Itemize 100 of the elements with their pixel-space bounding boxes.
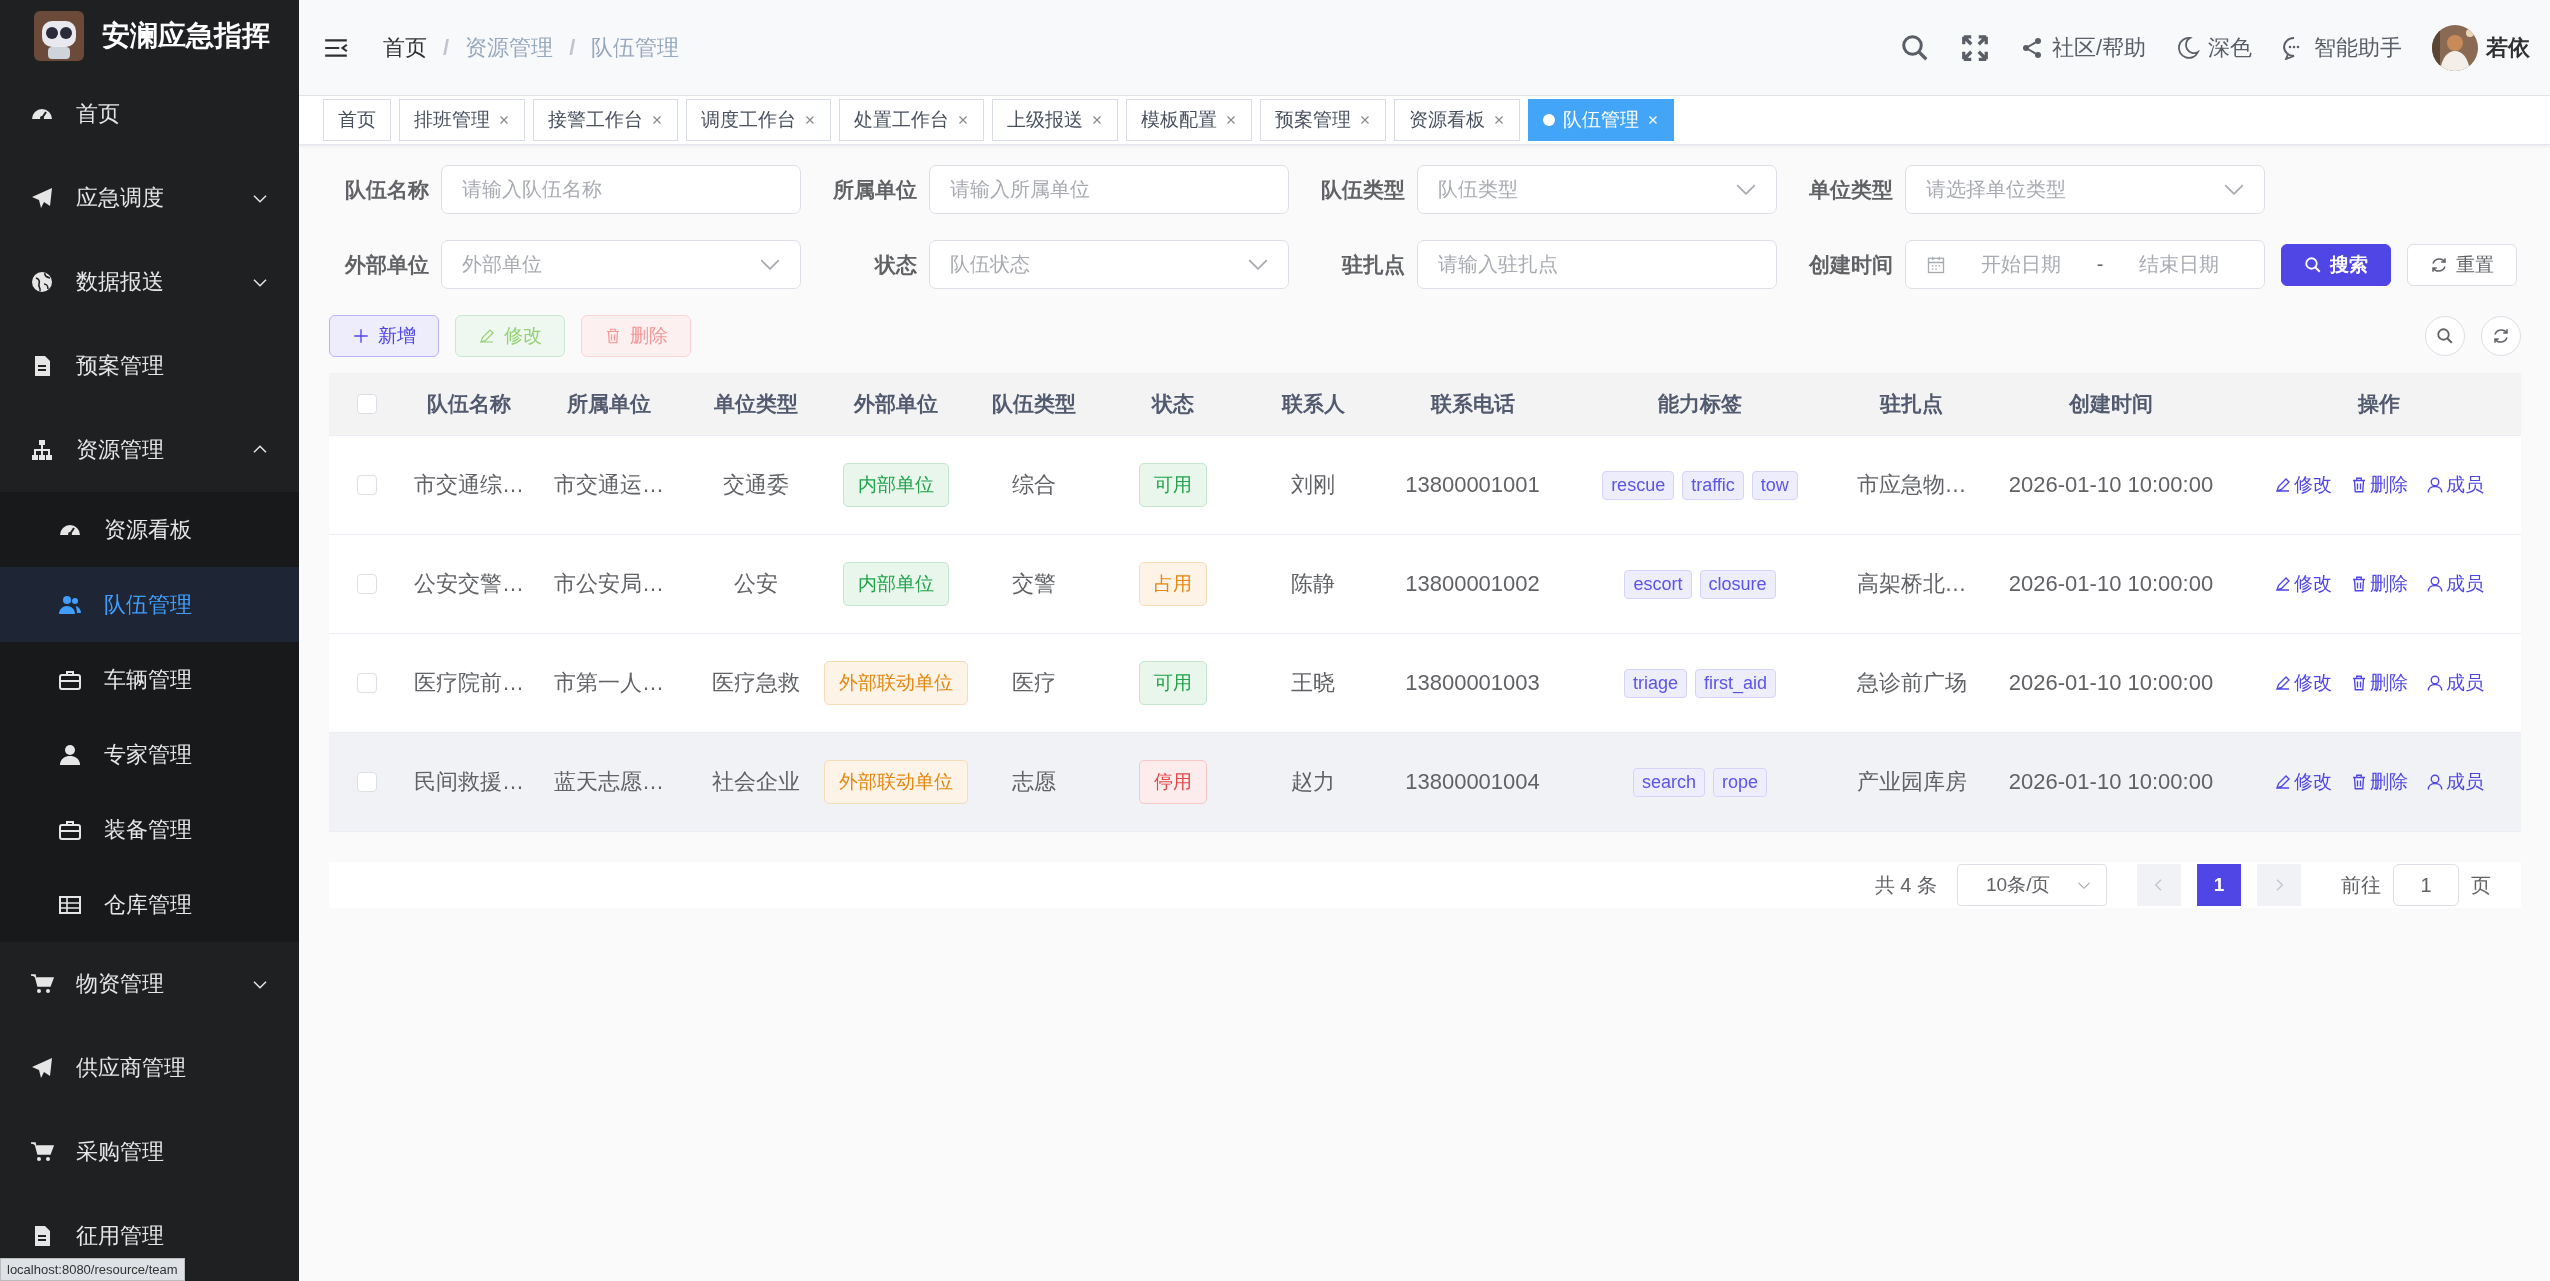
status-tag: 可用 <box>1139 661 1207 705</box>
table-cell: 13800001003 <box>1405 670 1540 696</box>
search-button[interactable]: 搜索 <box>2281 243 2391 286</box>
text-field[interactable]: 请输入驻扎点 <box>1417 240 1777 289</box>
status-tag: 占用 <box>1139 562 1207 606</box>
row-action-link[interactable]: 删除 <box>2350 571 2408 597</box>
header-link[interactable]: 深色 <box>2208 32 2252 63</box>
date-range-field[interactable]: 开始日期 - 结束日期 <box>1905 240 2265 289</box>
sidebar-item[interactable]: 资源看板 <box>0 492 299 567</box>
next-page-button[interactable] <box>2257 864 2301 906</box>
page-tab[interactable]: 调度工作台 <box>686 99 831 141</box>
sidebar-item[interactable]: 专家管理 <box>0 717 299 792</box>
page-size-select[interactable]: 10条/页 <box>1957 864 2107 906</box>
row-action-link[interactable]: 成员 <box>2426 472 2484 498</box>
column-header: 所属单位 <box>567 391 651 417</box>
page-tab[interactable]: 处置工作台 <box>839 99 984 141</box>
row-action-link[interactable]: 成员 <box>2426 571 2484 597</box>
page-tab[interactable]: 首页 <box>323 99 391 141</box>
table-cell-text: 2026-01-10 10:00:00 <box>2007 768 2215 796</box>
sidebar-item[interactable]: 资源管理 <box>0 408 299 492</box>
page-number[interactable]: 1 <box>2197 864 2241 906</box>
checkbox[interactable] <box>356 673 377 693</box>
status-tag: 停用 <box>1139 760 1207 804</box>
user-name[interactable]: 若依 <box>2486 32 2530 63</box>
skill-tag: first_aid <box>1695 668 1777 698</box>
page-tab[interactable]: 排班管理 <box>399 99 525 141</box>
row-action-link[interactable]: 修改 <box>2274 571 2332 597</box>
row-action-link[interactable]: 删除 <box>2350 472 2408 498</box>
row-action-link[interactable]: 修改 <box>2274 472 2332 498</box>
table-cell-text: 赵力 <box>1291 768 1335 796</box>
skill-tag: rescue <box>1602 470 1675 500</box>
search-toggle-button[interactable] <box>2425 316 2465 356</box>
skill-tag: traffic <box>1682 470 1744 500</box>
unit-tag: 内部单位 <box>842 463 949 507</box>
table-cell-text: 刘刚 <box>1291 471 1335 499</box>
page-tab[interactable]: 接警工作台 <box>533 99 678 141</box>
sidebar-item[interactable]: 预案管理 <box>0 324 299 408</box>
table-cell-text: 医疗 <box>1011 669 1056 697</box>
trash-icon <box>2350 773 2368 791</box>
text-field[interactable]: 请输入所属单位 <box>929 165 1289 214</box>
sidebar-item[interactable]: 首页 <box>0 72 299 156</box>
sidebar-item[interactable]: 应急调度 <box>0 156 299 240</box>
paper-plane-icon <box>30 186 54 210</box>
row-action-link[interactable]: 修改 <box>2274 670 2332 696</box>
table-cell-text: 2026-01-10 10:00:00 <box>2007 570 2215 598</box>
sidebar-item[interactable]: 采购管理 <box>0 1110 299 1194</box>
refresh-button[interactable] <box>2481 316 2521 356</box>
sidebar-item[interactable]: 仓库管理 <box>0 867 299 942</box>
column-header: 操作 <box>2358 391 2400 417</box>
unit-tag: 外部联动单位 <box>823 760 968 804</box>
sidebar-item[interactable]: 供应商管理 <box>0 1026 299 1110</box>
sidebar-item[interactable]: 车辆管理 <box>0 642 299 717</box>
user-icon <box>58 742 82 767</box>
plus-icon <box>352 327 370 345</box>
reset-button[interactable]: 重置 <box>2407 243 2517 286</box>
filter-label: 驻扎点 <box>1340 251 1405 278</box>
add-button[interactable]: 新增 <box>329 315 439 357</box>
table-cell-text: 社会企业 <box>711 768 800 796</box>
table-cell-text: 公安 <box>733 570 778 598</box>
checkbox[interactable] <box>356 394 377 414</box>
column-header: 创建时间 <box>2069 391 2153 417</box>
row-action-link[interactable]: 成员 <box>2426 670 2484 696</box>
cart-icon <box>30 1140 54 1164</box>
row-action-link[interactable]: 删除 <box>2350 670 2408 696</box>
page-tab[interactable]: 资源看板 <box>1394 99 1520 141</box>
close-icon <box>498 114 510 126</box>
skill-tag: tow <box>1751 470 1798 500</box>
row-action-link[interactable]: 删除 <box>2350 769 2408 795</box>
sidebar-item[interactable]: 物资管理 <box>0 942 299 1026</box>
skill-tag: triage <box>1623 668 1687 698</box>
header-link[interactable]: 智能助手 <box>2314 32 2402 63</box>
breadcrumb-item[interactable]: 首页 <box>383 32 427 63</box>
table-cell-text: 高架桥北… <box>1856 570 1967 598</box>
refresh-icon <box>2430 255 2448 274</box>
table-cell: 13800001001 <box>1405 472 1540 498</box>
filter-label: 队伍名称 <box>344 176 429 203</box>
table-cell-text: 综合 <box>1011 471 1056 499</box>
text-field[interactable]: 请输入队伍名称 <box>441 165 801 214</box>
page-tab[interactable]: 预案管理 <box>1260 99 1386 141</box>
page-tab[interactable]: 上级报送 <box>992 99 1118 141</box>
page-input[interactable]: 1 <box>2393 864 2459 906</box>
table-cell-text: 交警 <box>1011 570 1056 598</box>
page-tab[interactable]: 模板配置 <box>1126 99 1252 141</box>
prev-page-button[interactable] <box>2137 864 2181 906</box>
table-cell-text: 蓝天志愿… <box>554 768 664 796</box>
refresh-icon <box>2492 327 2510 345</box>
checkbox[interactable] <box>356 475 377 495</box>
checkbox[interactable] <box>356 574 377 594</box>
chevron-down-icon <box>760 259 780 270</box>
checkbox[interactable] <box>356 772 377 792</box>
row-action-link[interactable]: 成员 <box>2426 769 2484 795</box>
filter-label: 创建时间 <box>1807 251 1893 278</box>
row-action-link[interactable]: 修改 <box>2274 769 2332 795</box>
sidebar-item[interactable]: 数据报送 <box>0 240 299 324</box>
search-icon <box>2304 255 2322 274</box>
pencil-icon <box>2274 773 2292 791</box>
close-icon <box>1359 114 1371 126</box>
sidebar-item[interactable]: 队伍管理 <box>0 567 299 642</box>
sidebar-item[interactable]: 装备管理 <box>0 792 299 867</box>
header-link[interactable]: 社区/帮助 <box>2051 32 2146 63</box>
